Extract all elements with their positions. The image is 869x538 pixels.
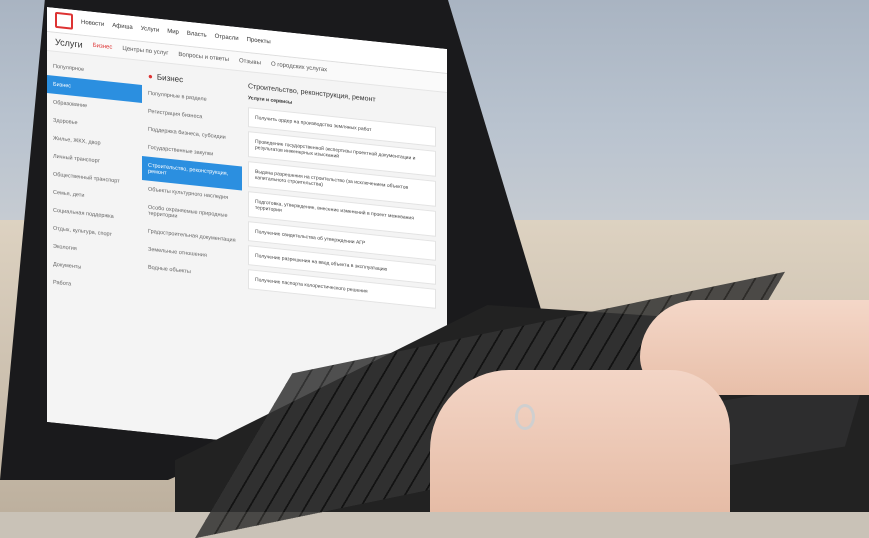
service-list: Строительство, реконструкция, ремонт Усл… xyxy=(242,71,442,332)
topnav-item[interactable]: Проекты xyxy=(247,37,271,46)
subnav-item[interactable]: Центры по услуг xyxy=(122,46,168,57)
topnav-item[interactable]: Услуги xyxy=(141,26,159,34)
topnav-item[interactable]: Афиша xyxy=(112,23,133,31)
topnav-item[interactable]: Новости xyxy=(81,20,104,28)
right-hand xyxy=(430,370,730,512)
topnav-item[interactable]: Отрасли xyxy=(215,34,239,43)
topnav-item[interactable]: Власть xyxy=(187,31,207,39)
subnav-item[interactable]: Отзывы xyxy=(239,58,261,66)
business-icon: ● xyxy=(148,71,153,82)
topnav-item[interactable]: Мир xyxy=(167,29,179,36)
subnav-item[interactable]: Бизнес xyxy=(93,43,113,51)
subcategory-title: Бизнес xyxy=(156,72,184,85)
ring-icon xyxy=(515,404,535,430)
page-title: Услуги xyxy=(55,36,83,50)
subcategory-list: ● Бизнес Популярные в разделе Регистраци… xyxy=(142,61,242,312)
site-logo[interactable] xyxy=(55,12,73,30)
subnav-item[interactable]: Вопросы и ответы xyxy=(178,52,229,63)
category-list: Популярное Бизнес Образование Здоровье Ж… xyxy=(47,51,142,301)
subnav-item[interactable]: О городских услугах xyxy=(271,62,327,74)
